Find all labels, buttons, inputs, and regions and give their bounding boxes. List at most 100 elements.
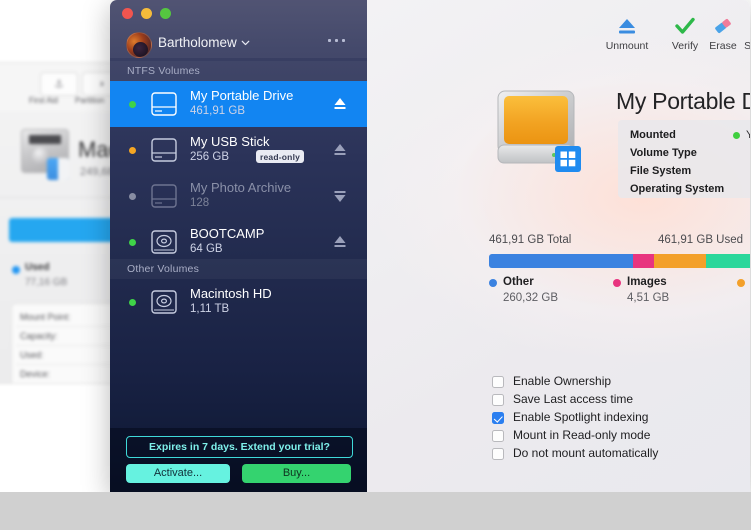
status-dot — [129, 193, 136, 200]
main-toolbar: Unmount Verify Erase S — [367, 0, 750, 58]
checkbox-save-last-access-time[interactable] — [492, 394, 504, 406]
storage-usage-bar — [489, 254, 750, 268]
sidebar-item-my-portable-drive[interactable]: My Portable Drive 461,91 GB — [110, 81, 367, 127]
status-badge: read-only — [256, 150, 305, 163]
legend-value: 260,32 GB — [503, 292, 558, 304]
unmount-label: Unmount — [605, 40, 649, 52]
checkbox-do-not-mount-automatically[interactable] — [492, 448, 504, 460]
eject-icon[interactable] — [332, 233, 348, 251]
legend-name: Images — [627, 276, 667, 288]
content-pane: Unmount Verify Erase S My Portable D Mou… — [367, 0, 750, 492]
option-label: Enable Ownership — [513, 374, 612, 388]
extend-trial-button[interactable]: Expires in 7 days. Extend your trial? — [126, 436, 353, 458]
eject-icon[interactable] — [332, 141, 348, 159]
background-legend-value: 77,16 GB — [25, 277, 68, 288]
checkbox-enable-ownership[interactable] — [492, 376, 504, 388]
startup-button[interactable]: Startup — [733, 14, 750, 52]
legend-dot — [737, 279, 745, 287]
minimize-button[interactable] — [141, 8, 152, 19]
chevron-down-icon[interactable] — [239, 36, 252, 49]
background-detail-used: Used: — [20, 350, 44, 360]
background-detail-capacity: Capacity: — [20, 331, 58, 341]
option-label: Do not mount automatically — [513, 446, 659, 460]
info-label-operating-system: Operating System — [630, 183, 725, 195]
section-header-label: NTFS Volumes — [127, 65, 201, 77]
background-storage-bar — [9, 218, 121, 242]
close-button[interactable] — [122, 8, 133, 19]
divider — [16, 364, 121, 365]
user-avatar — [126, 32, 152, 58]
sidebar: Bartholomew NTFS Volumes My Portable Dri… — [110, 0, 367, 492]
eject-icon[interactable] — [332, 95, 348, 113]
background-disk-utility-window[interactable]: ⚓ ◑ First Aid Partition Macin 249,68 G U… — [0, 62, 122, 384]
background-detail-card: Mount Point: Capacity: Used: Device: — [11, 303, 121, 383]
background-first-aid-label: First Aid — [29, 96, 58, 105]
eject-icon — [599, 14, 655, 38]
user-name-label: Bartholomew — [158, 35, 237, 50]
external-drive-icon — [151, 184, 177, 208]
info-label-file-system: File System — [630, 165, 692, 177]
divider — [16, 326, 121, 327]
rocket-icon — [733, 14, 750, 38]
user-row[interactable]: Bartholomew — [110, 30, 367, 58]
screenshot-root: ⚓ ◑ First Aid Partition Macin 249,68 G U… — [0, 0, 751, 530]
option-label: Enable Spotlight indexing — [513, 410, 649, 424]
more-options-icon[interactable] — [328, 39, 345, 42]
status-dot — [129, 147, 136, 154]
storage-total-label: 461,91 GB Total — [489, 234, 572, 246]
volume-size: 1,11 TB — [190, 303, 230, 315]
info-label-volume-type: Volume Type — [630, 147, 697, 159]
main-app-window: Bartholomew NTFS Volumes My Portable Dri… — [110, 0, 750, 492]
legend-dot — [489, 279, 497, 287]
storage-used-label: 461,91 GB Used — [658, 234, 744, 246]
volume-size: 64 GB — [190, 243, 223, 255]
storage-segment-video — [706, 254, 750, 268]
status-dot — [129, 101, 136, 108]
finder-badge-icon — [47, 158, 69, 180]
volume-size: 256 GB — [190, 151, 229, 163]
volume-name: My Portable Drive — [190, 88, 294, 103]
option-label: Mount in Read-only mode — [513, 428, 651, 442]
background-partition-label: Partition — [75, 96, 105, 105]
page-footer — [0, 492, 751, 530]
background-first-aid-button[interactable]: ⚓ — [40, 72, 78, 96]
windows-logo-icon — [555, 146, 581, 172]
storage-segment-audio — [653, 254, 707, 268]
background-legend-dot — [12, 266, 20, 274]
internal-drive-icon — [151, 290, 177, 314]
zoom-button[interactable] — [160, 8, 171, 19]
volume-name: Macintosh HD — [190, 286, 272, 301]
storage-segment-other — [489, 254, 633, 268]
volume-name: My USB Stick — [190, 134, 270, 149]
stethoscope-icon: ⚓ — [54, 78, 64, 91]
volume-name: BOOTCAMP — [190, 226, 265, 241]
checkbox-mount-in-read-only-mode[interactable] — [492, 430, 504, 442]
mounted-status-dot — [733, 132, 740, 139]
startup-label: Startup — [744, 40, 750, 52]
volume-name: My Photo Archive — [190, 180, 292, 195]
volume-size: 461,91 GB — [190, 105, 245, 117]
info-value-mounted: Yes — [746, 129, 750, 141]
activate-button[interactable]: Activate... — [126, 464, 230, 483]
background-detail-device: Device: — [20, 369, 51, 379]
sidebar-item-my-usb-stick[interactable]: My USB Stick 256 GB read-only — [110, 127, 367, 173]
buy-button[interactable]: Buy... — [242, 464, 351, 483]
window-controls — [122, 8, 171, 19]
divider — [16, 345, 121, 346]
storage-segment-images — [633, 254, 654, 268]
sidebar-item-macintosh-hd[interactable]: Macintosh HD 1,11 TB — [110, 279, 367, 325]
external-drive-icon — [151, 138, 177, 162]
legend-name: Other — [503, 276, 534, 288]
section-header-label: Other Volumes — [127, 263, 200, 275]
status-dot — [129, 239, 136, 246]
checkbox-enable-spotlight-indexing[interactable] — [492, 412, 504, 424]
background-divider — [0, 197, 119, 198]
info-label-mounted: Mounted — [630, 129, 676, 141]
unmount-button[interactable]: Unmount — [599, 14, 655, 52]
sidebar-item-my-photo-archive[interactable]: My Photo Archive 128 — [110, 173, 367, 219]
page-title: My Portable Drive — [616, 88, 750, 114]
mount-icon[interactable] — [332, 187, 348, 205]
volume-size: 128 — [190, 197, 210, 209]
option-label: Save Last access time — [513, 392, 634, 406]
section-header-ntfs-volumes: NTFS Volumes — [110, 61, 367, 81]
